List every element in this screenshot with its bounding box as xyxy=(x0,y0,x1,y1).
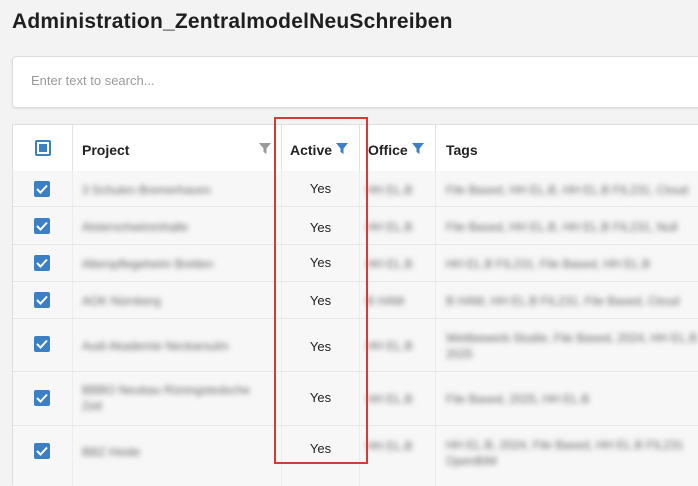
filter-icon[interactable] xyxy=(336,143,348,155)
active-value: Yes xyxy=(309,441,332,456)
column-label-tags: Tags xyxy=(446,142,478,158)
project-name[interactable]: BBZ Heide xyxy=(82,445,140,459)
project-name[interactable]: 3 Schulen Bremerhaven xyxy=(82,183,211,197)
tags-value-continued: OpenBIM xyxy=(446,454,497,468)
tags-value: File Based, HH EL.B, HH EL.B FIL231, Nul… xyxy=(446,220,678,234)
column-label-project: Project xyxy=(82,142,130,158)
row-checkbox[interactable] xyxy=(34,218,50,234)
project-name[interactable]: Audi Akademie Neckarsulm xyxy=(82,339,229,353)
table-row[interactable]: Alterspflegeheim Bretten Yes HH EL.B HH … xyxy=(13,245,698,282)
tags-value: HH EL.B, 2024, File Based, HH EL.B FIL23… xyxy=(446,438,684,452)
column-label-office: Office xyxy=(368,142,408,158)
project-name[interactable]: Alsterschwimmhalle xyxy=(82,220,188,234)
table-row[interactable]: 3 Schulen Bremerhaven Yes HH EL.B File B… xyxy=(13,171,698,207)
row-checkbox[interactable] xyxy=(34,336,50,352)
project-name[interactable]: AOK Nürnberg xyxy=(82,294,161,308)
office-value: HH EL.B xyxy=(366,339,413,353)
active-value: Yes xyxy=(309,255,332,270)
search-input[interactable] xyxy=(29,72,633,89)
select-all-cell xyxy=(13,125,73,171)
table-row[interactable]: AOK Nürnberg Yes B HAM B HAM, HH EL.B FI… xyxy=(13,282,698,319)
row-checkbox[interactable] xyxy=(34,181,50,197)
column-header-active[interactable]: Active xyxy=(282,125,360,171)
active-value: Yes xyxy=(309,339,332,354)
project-name-continued: Zeit xyxy=(82,399,103,413)
filter-icon[interactable] xyxy=(412,143,424,155)
active-value: Yes xyxy=(309,181,332,196)
project-name[interactable]: Alterspflegeheim Bretten xyxy=(82,257,213,271)
column-header-office[interactable]: Office xyxy=(360,125,436,171)
table-row[interactable]: BBBO Neubau Rüningstedsche Zeit Yes HH E… xyxy=(13,372,698,426)
page-title: Administration_ZentralmodelNeuSchreiben xyxy=(12,10,453,33)
table-row[interactable]: Alsterschwimmhalle Yes HH EL.B File Base… xyxy=(13,207,698,245)
search-box[interactable] xyxy=(12,56,698,108)
tags-value: Wettbewerb Studie, File Based, 2024, HH … xyxy=(446,331,698,345)
column-label-active: Active xyxy=(290,142,333,158)
office-value: B HAM xyxy=(366,294,405,308)
row-checkbox[interactable] xyxy=(34,443,50,459)
office-value: HH EL.B xyxy=(366,183,413,197)
tags-value: File Based, HH EL.B, HH EL.B FIL231, Clo… xyxy=(446,183,689,197)
office-value: HH EL.B xyxy=(366,439,413,453)
project-name[interactable]: BBBO Neubau Rüningstedsche xyxy=(82,383,250,397)
table-row[interactable]: BBZ Heide Yes HH EL.B HH EL.B, 2024, Fil… xyxy=(13,426,698,486)
active-value: Yes xyxy=(309,390,332,405)
row-checkbox[interactable] xyxy=(34,292,50,308)
column-header-project[interactable]: Project xyxy=(73,125,282,171)
table-header: Project Active Office Tags xyxy=(13,125,698,172)
row-checkbox[interactable] xyxy=(34,255,50,271)
active-value: Yes xyxy=(309,293,332,308)
column-header-tags[interactable]: Tags xyxy=(436,125,698,171)
office-value: HH EL.B xyxy=(366,392,413,406)
office-value: HH EL.B xyxy=(366,220,413,234)
tags-value-continued: 2025 xyxy=(446,347,473,361)
tags-value: File Based, 2025, HH EL.B xyxy=(446,392,590,406)
active-value: Yes xyxy=(309,220,332,235)
select-all-checkbox[interactable] xyxy=(35,140,51,156)
projects-table: Project Active Office Tags 3 Schulen Bre… xyxy=(12,124,698,486)
table-row[interactable]: Audi Akademie Neckarsulm Yes HH EL.B Wet… xyxy=(13,319,698,372)
tags-value: HH EL.B FIL231, File Based, HH EL.B xyxy=(446,257,651,271)
office-value: HH EL.B xyxy=(366,257,413,271)
tags-value: B HAM, HH EL.B FIL231, File Based, Cloud xyxy=(446,294,680,308)
filter-icon[interactable] xyxy=(259,143,271,155)
row-checkbox[interactable] xyxy=(34,390,50,406)
